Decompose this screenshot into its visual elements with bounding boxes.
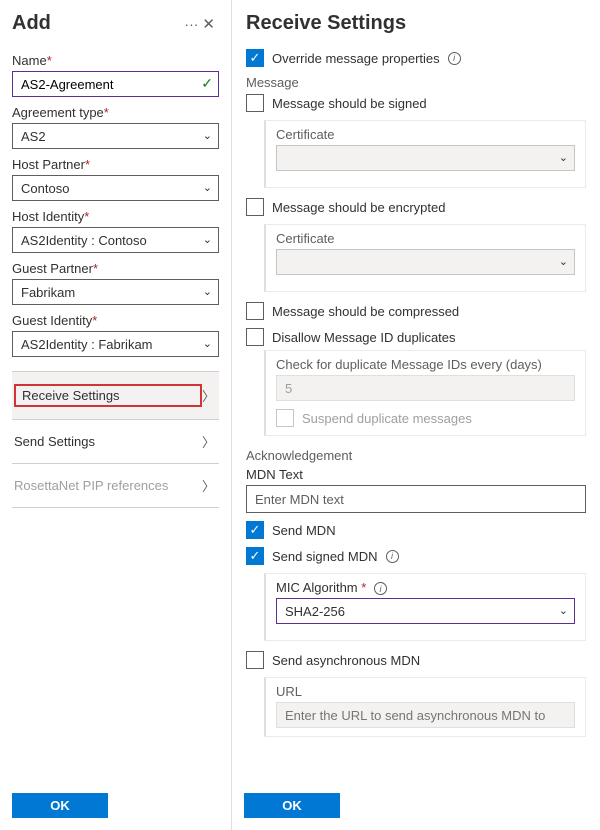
nav-rosettanet-label: RosettaNet PIP references: [14, 478, 202, 493]
encrypted-certificate-select: ⌄: [276, 249, 575, 275]
chevron-down-icon: ⌄: [203, 337, 212, 350]
add-panel-footer: OK: [0, 785, 231, 830]
ok-button-left[interactable]: OK: [12, 793, 108, 818]
host-identity-select[interactable]: AS2Identity : Contoso ⌄: [12, 227, 219, 253]
chevron-down-icon: ⌄: [559, 151, 568, 164]
guest-partner-value: Fabrikam: [21, 285, 75, 300]
dup-check-group: Check for duplicate Message IDs every (d…: [264, 350, 586, 436]
dup-check-input: [276, 375, 575, 401]
encrypted-label: Message should be encrypted: [272, 200, 445, 215]
url-input: [276, 702, 575, 728]
compressed-row: Message should be compressed: [246, 302, 586, 320]
signed-checkbox[interactable]: [246, 94, 264, 112]
nav-rosettanet: RosettaNet PIP references 〉: [12, 464, 219, 508]
send-signed-mdn-checkbox[interactable]: ✓: [246, 547, 264, 565]
send-async-row: Send asynchronous MDN: [246, 651, 586, 669]
nav-send-label: Send Settings: [14, 434, 202, 449]
host-identity-label: Host Identity*: [12, 209, 219, 224]
send-mdn-label: Send MDN: [272, 523, 336, 538]
nav-receive-settings[interactable]: Receive Settings 〉: [12, 371, 219, 420]
close-icon[interactable]: ✕: [198, 13, 219, 35]
agreement-type-label: Agreement type*: [12, 105, 219, 120]
disallow-dup-checkbox[interactable]: [246, 328, 264, 346]
receive-settings-footer: OK: [232, 785, 600, 830]
name-label: Name*: [12, 53, 219, 68]
nav-send-settings[interactable]: Send Settings 〉: [12, 420, 219, 464]
chevron-down-icon: ⌄: [559, 255, 568, 268]
url-group: URL: [264, 677, 586, 737]
receive-settings-title: Receive Settings: [246, 12, 588, 35]
guest-identity-label: Guest Identity*: [12, 313, 219, 328]
add-panel-header: Add ··· ✕: [0, 0, 231, 45]
dup-check-label: Check for duplicate Message IDs every (d…: [276, 357, 575, 372]
add-panel: Add ··· ✕ Name* ✓ Agreement type* AS2 ⌄ …: [0, 0, 232, 830]
signed-certificate-group: Certificate ⌄: [264, 120, 586, 188]
disallow-dup-row: Disallow Message ID duplicates: [246, 328, 586, 346]
chevron-right-icon: 〉: [202, 432, 215, 451]
send-signed-mdn-label: Send signed MDN: [272, 549, 378, 564]
signed-label: Message should be signed: [272, 96, 427, 111]
send-signed-mdn-row: ✓ Send signed MDN i: [246, 547, 586, 565]
chevron-down-icon: ⌄: [203, 129, 212, 142]
ok-button-right[interactable]: OK: [244, 793, 340, 818]
guest-identity-select[interactable]: AS2Identity : Fabrikam ⌄: [12, 331, 219, 357]
encrypted-certificate-group: Certificate ⌄: [264, 224, 586, 292]
suspend-row: Suspend duplicate messages: [276, 409, 575, 427]
override-checkbox[interactable]: ✓: [246, 49, 264, 67]
guest-identity-value: AS2Identity : Fabrikam: [21, 337, 153, 352]
ack-section-label: Acknowledgement: [246, 448, 586, 463]
chevron-right-icon: 〉: [202, 386, 215, 405]
override-row: ✓ Override message properties i: [246, 49, 586, 67]
certificate-label-2: Certificate: [276, 231, 575, 246]
host-identity-value: AS2Identity : Contoso: [21, 233, 147, 248]
signed-certificate-select: ⌄: [276, 145, 575, 171]
suspend-label: Suspend duplicate messages: [302, 411, 472, 426]
chevron-down-icon: ⌄: [559, 604, 568, 617]
receive-settings-body: ✓ Override message properties i Message …: [232, 49, 600, 785]
send-mdn-row: ✓ Send MDN: [246, 521, 586, 539]
compressed-checkbox[interactable]: [246, 302, 264, 320]
info-icon[interactable]: i: [386, 550, 399, 563]
guest-partner-label: Guest Partner*: [12, 261, 219, 276]
guest-partner-select[interactable]: Fabrikam ⌄: [12, 279, 219, 305]
agreement-type-value: AS2: [21, 129, 46, 144]
host-partner-value: Contoso: [21, 181, 69, 196]
mdn-text-label: MDN Text: [246, 467, 586, 482]
suspend-checkbox: [276, 409, 294, 427]
name-input[interactable]: [12, 71, 219, 97]
add-panel-title: Add: [12, 12, 176, 35]
mic-algorithm-select[interactable]: SHA2-256 ⌄: [276, 598, 575, 624]
send-async-checkbox[interactable]: [246, 651, 264, 669]
mic-label: MIC Algorithm * i: [276, 580, 575, 595]
url-label: URL: [276, 684, 575, 699]
receive-settings-panel: Receive Settings ✓ Override message prop…: [232, 0, 600, 830]
settings-nav: Receive Settings 〉 Send Settings 〉 Roset…: [12, 371, 219, 508]
nav-receive-label: Receive Settings: [14, 384, 202, 407]
chevron-down-icon: ⌄: [203, 233, 212, 246]
receive-settings-header: Receive Settings: [232, 0, 600, 49]
override-label: Override message properties: [272, 51, 440, 66]
message-section-label: Message: [246, 75, 586, 90]
mic-algorithm-value: SHA2-256: [285, 604, 345, 619]
mic-group: MIC Algorithm * i SHA2-256 ⌄: [264, 573, 586, 641]
chevron-right-icon: 〉: [202, 476, 215, 495]
host-partner-label: Host Partner*: [12, 157, 219, 172]
agreement-type-select[interactable]: AS2 ⌄: [12, 123, 219, 149]
send-mdn-checkbox[interactable]: ✓: [246, 521, 264, 539]
host-partner-select[interactable]: Contoso ⌄: [12, 175, 219, 201]
disallow-dup-label: Disallow Message ID duplicates: [272, 330, 456, 345]
signed-row: Message should be signed: [246, 94, 586, 112]
mdn-text-input[interactable]: [246, 485, 586, 513]
encrypted-row: Message should be encrypted: [246, 198, 586, 216]
encrypted-checkbox[interactable]: [246, 198, 264, 216]
add-panel-body: Name* ✓ Agreement type* AS2 ⌄ Host Partn…: [0, 45, 231, 785]
compressed-label: Message should be compressed: [272, 304, 459, 319]
info-icon[interactable]: i: [448, 52, 461, 65]
send-async-label: Send asynchronous MDN: [272, 653, 420, 668]
info-icon[interactable]: i: [374, 582, 387, 595]
more-icon[interactable]: ···: [184, 16, 198, 32]
chevron-down-icon: ⌄: [203, 181, 212, 194]
chevron-down-icon: ⌄: [203, 285, 212, 298]
certificate-label: Certificate: [276, 127, 575, 142]
